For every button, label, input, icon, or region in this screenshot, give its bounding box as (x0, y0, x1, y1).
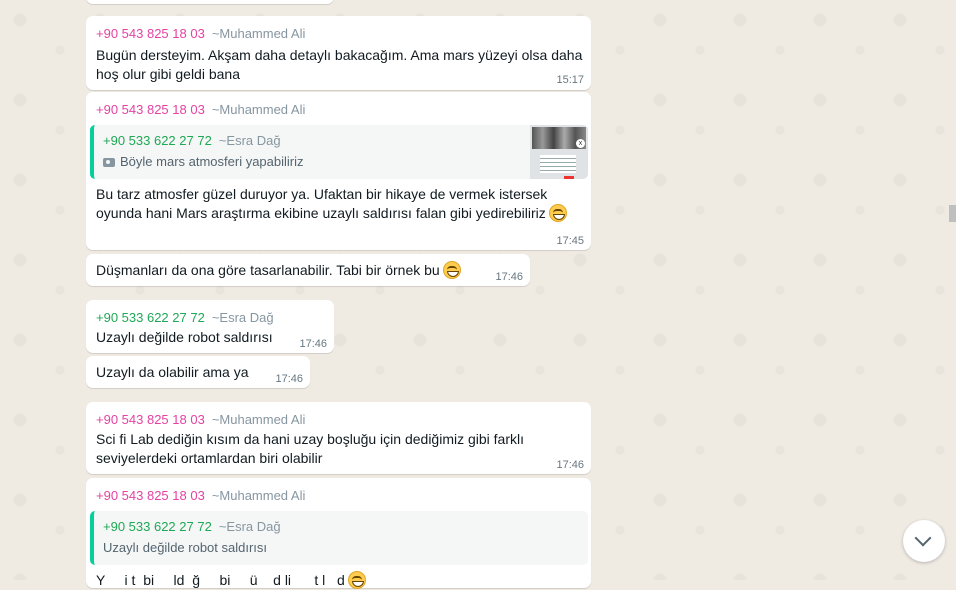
sender-alias: ~Muhammed Ali (211, 102, 306, 117)
quoted-sender: +90 533 622 27 72 ~Esra Dağ (103, 519, 281, 534)
message-text: Uzaylı da olabilir ama ya (96, 364, 249, 380)
grinning-face-icon (548, 204, 567, 222)
message-time: 17:45 (556, 235, 584, 247)
message-time: 15:17 (556, 74, 584, 86)
message-time: 17:46 (495, 271, 523, 283)
camera-icon (103, 158, 115, 167)
message-text: Düşmanları da ona göre tasarlanabilir. T… (96, 261, 461, 280)
sender-header: +90 543 825 18 03 ~Muhammed Ali (96, 488, 305, 503)
sender-header: +90 543 825 18 03 ~Muhammed Ali (96, 412, 305, 427)
message-time: 17:46 (275, 373, 303, 385)
message-bubble[interactable]: +90 543 825 18 03 ~Muhammed Ali Bugün der… (86, 16, 591, 90)
sender-number[interactable]: +90 543 825 18 03 (96, 26, 205, 41)
message-time: 17:46 (299, 338, 327, 350)
sender-alias: ~Muhammed Ali (211, 488, 306, 503)
chevron-down-icon (914, 529, 932, 547)
message-text: Bu tarz atmosfer güzel duruyor ya. Ufakt… (96, 185, 567, 223)
message-time: 17:46 (556, 459, 584, 471)
sender-number[interactable]: +90 543 825 18 03 (96, 412, 205, 427)
message-bubble[interactable]: Düşmanları da ona göre tasarlanabilir. T… (86, 254, 530, 286)
message-text: Sci fi Lab dediğin kısım da hani uzay bo… (96, 431, 525, 466)
message-bubble[interactable]: +90 543 825 18 03 ~Muhammed Ali +90 533 6… (86, 478, 591, 590)
message-bubble[interactable]: +90 533 622 27 72 ~Esra Dağ Uzaylı değild… (86, 300, 334, 353)
quoted-text: Böyle mars atmosferi yapabiliriz (103, 154, 304, 169)
sender-number[interactable]: +90 533 622 27 72 (96, 310, 205, 325)
sender-number[interactable]: +90 543 825 18 03 (96, 102, 205, 117)
previous-message-bubble (86, 0, 334, 4)
message-bubble[interactable]: Uzaylı da olabilir ama ya 17:46 (86, 356, 310, 388)
grinning-face-icon (347, 571, 366, 589)
message-text: Bugün dersteyim. Akşam daha detaylı baka… (96, 47, 583, 82)
message-text: Y i t bi ld ğ bi ü d li t l d (96, 571, 366, 590)
scroll-to-bottom-button[interactable] (903, 520, 945, 562)
sender-alias: ~Muhammed Ali (211, 26, 306, 41)
quoted-message[interactable]: +90 533 622 27 72 ~Esra Dağ Uzaylı değild… (90, 511, 588, 565)
scrollbar-thumb[interactable] (949, 205, 956, 222)
message-bubble[interactable]: +90 543 825 18 03 ~Muhammed Ali Sci fi La… (86, 402, 591, 474)
sender-header: +90 543 825 18 03 ~Muhammed Ali (96, 26, 305, 41)
sender-alias: ~Muhammed Ali (211, 412, 306, 427)
quoted-text: Uzaylı değilde robot saldırısı (103, 540, 268, 555)
message-text: Uzaylı değilde robot saldırısı (96, 329, 273, 345)
message-bubble[interactable]: +90 543 825 18 03 ~Muhammed Ali +90 533 6… (86, 92, 591, 250)
close-icon: x (576, 139, 585, 148)
quoted-image-thumbnail[interactable]: x (530, 125, 588, 179)
quoted-sender: +90 533 622 27 72 ~Esra Dağ (103, 133, 281, 148)
sender-alias: ~Esra Dağ (211, 310, 274, 325)
sender-header: +90 533 622 27 72 ~Esra Dağ (96, 310, 274, 325)
quoted-message[interactable]: +90 533 622 27 72 ~Esra Dağ Böyle mars at… (90, 125, 588, 179)
grinning-face-icon (442, 261, 461, 279)
sender-number[interactable]: +90 543 825 18 03 (96, 488, 205, 503)
sender-header: +90 543 825 18 03 ~Muhammed Ali (96, 102, 305, 117)
